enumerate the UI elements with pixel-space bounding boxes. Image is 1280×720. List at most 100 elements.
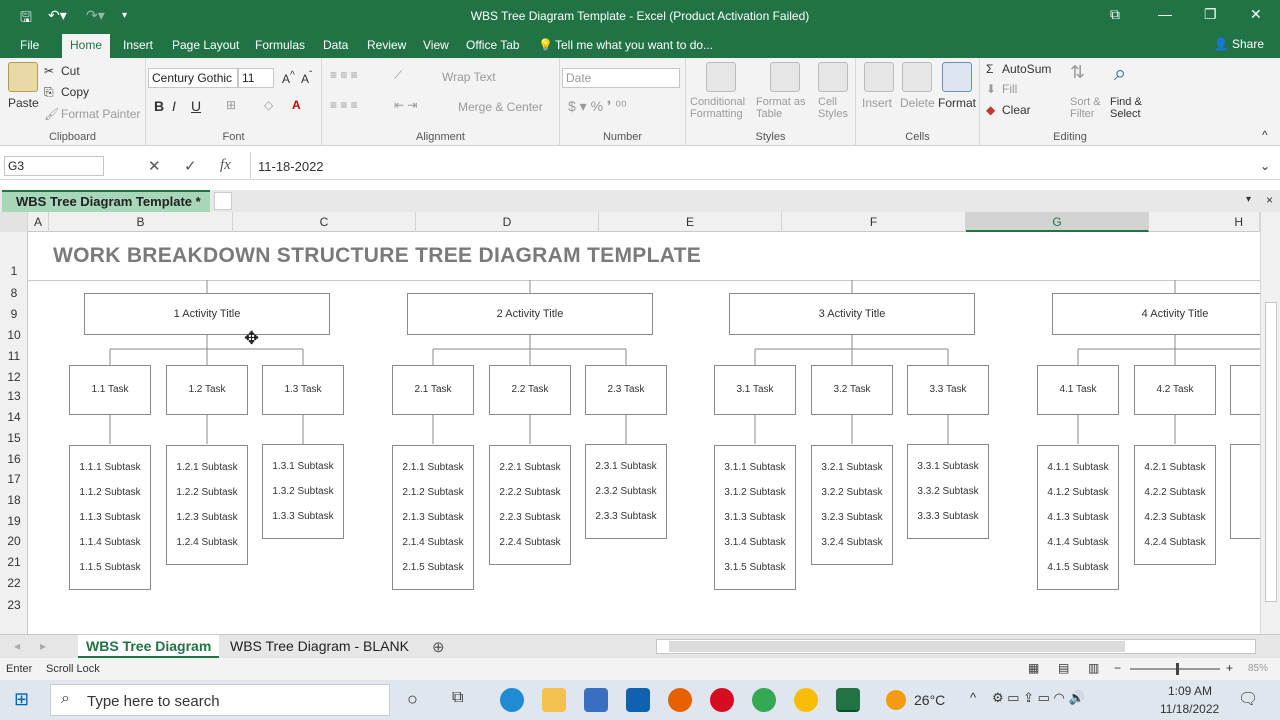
subtask-item[interactable]: 4.3. (1231, 504, 1260, 529)
workbook-tab[interactable]: WBS Tree Diagram Template * (2, 190, 210, 212)
firefox-icon[interactable] (668, 688, 692, 712)
subtask-item[interactable]: 4.1.1 Subtask (1038, 455, 1118, 480)
cortana-icon[interactable]: ○ (407, 689, 418, 710)
subtask-item[interactable]: 4.1.3 Subtask (1038, 505, 1118, 530)
subtask-item[interactable]: 1.3.1 Subtask (263, 454, 343, 479)
tray-icons[interactable]: ⚙ ▭ ⇪ ▭ ◠ 🔊 (992, 690, 1085, 706)
zoom-slider[interactable] (1130, 668, 1220, 670)
cancel-icon[interactable]: ✕ (148, 157, 161, 175)
subtask-item[interactable]: 3.2.3 Subtask (812, 505, 892, 530)
row-header[interactable]: 17 (0, 472, 28, 486)
subtask-item[interactable]: 3.1.4 Subtask (715, 530, 795, 555)
subtask-item[interactable]: 1.2.1 Subtask (167, 455, 247, 480)
insert-cells-button[interactable]: Insert (862, 96, 892, 110)
copy-button[interactable]: Copy (61, 85, 89, 99)
subtask-item[interactable]: 2.2.3 Subtask (490, 505, 570, 530)
formula-input[interactable]: 11-18-2022 (258, 159, 324, 174)
subtask-box[interactable]: 4.2.1 Subtask 4.2.2 Subtask 4.2.3 Subtask 4… (1134, 445, 1216, 565)
cut-button[interactable]: Cut (61, 64, 80, 78)
subtask-item[interactable]: 4.1.2 Subtask (1038, 480, 1118, 505)
tell-me-box[interactable]: Tell me what you want to do... (555, 38, 713, 52)
subtask-box[interactable]: 3.3.1 Subtask 3.3.2 Subtask 3.3.3 Subtask (907, 444, 989, 539)
conditional-formatting-button[interactable]: Conditional Formatting (690, 96, 745, 120)
task-box[interactable]: 4.2 Task (1134, 365, 1216, 415)
subtask-box[interactable]: 3.1.1 Subtask 3.1.2 Subtask 3.1.3 Subtask 3… (714, 445, 796, 590)
currency-icon[interactable]: $ ▾ % ❜ ⁰⁰ (568, 98, 627, 115)
subtask-box[interactable]: 2.1.1 Subtask 2.1.2 Subtask 2.1.3 Subtask 2… (392, 445, 474, 590)
insert-function-button[interactable]: fx (220, 157, 231, 174)
font-color-icon[interactable]: A (292, 98, 301, 112)
column-header[interactable]: A (28, 212, 49, 232)
merge-center-button[interactable]: Merge & Center (458, 100, 543, 114)
subtask-box[interactable]: 1.2.1 Subtask 1.2.2 Subtask 1.2.3 Subtask 1… (166, 445, 248, 565)
zoom-slider-thumb[interactable] (1176, 663, 1179, 675)
underline-button[interactable]: U (191, 98, 201, 114)
column-header[interactable]: E (599, 212, 782, 232)
subtask-box[interactable]: 2.2.1 Subtask 2.2.2 Subtask 2.2.3 Subtask 2… (489, 445, 571, 565)
tab-view[interactable]: View (423, 38, 449, 52)
row-header[interactable]: 21 (0, 555, 28, 569)
tab-file[interactable]: File (20, 38, 39, 52)
subtask-item[interactable]: 3.1.1 Subtask (715, 455, 795, 480)
row-header[interactable]: 20 (0, 534, 28, 548)
zoom-in-icon[interactable]: + (1226, 661, 1233, 675)
autosum-button[interactable]: AutoSum (1002, 62, 1051, 76)
column-header[interactable]: D (416, 212, 599, 232)
format-painter-icon[interactable]: 🖌 (44, 107, 59, 121)
cell-styles-icon[interactable] (818, 62, 848, 92)
column-header[interactable]: B (49, 212, 233, 232)
zoom-out-icon[interactable]: − (1114, 661, 1121, 675)
subtask-box[interactable]: 1.3.1 Subtask 1.3.2 Subtask 1.3.3 Subtask (262, 444, 344, 539)
format-painter-button[interactable]: Format Painter (61, 107, 140, 121)
scroll-right-icon[interactable]: ▸ (40, 639, 46, 653)
mail-icon[interactable] (626, 688, 650, 712)
subtask-box[interactable]: 4.3.4.3.4.3. (1230, 444, 1260, 539)
tab-formulas[interactable]: Formulas (255, 38, 305, 52)
tab-home[interactable]: Home (62, 34, 111, 58)
row-header[interactable]: 13 (0, 389, 28, 403)
chrome-icon[interactable] (752, 688, 776, 712)
copy-icon[interactable]: ⎘ (44, 85, 54, 100)
row-header[interactable]: 9 (0, 307, 28, 321)
activity-title-box[interactable]: 4 Activity Title (1052, 293, 1260, 335)
select-all[interactable] (0, 212, 28, 232)
fill-color-icon[interactable]: ◇ (264, 98, 273, 112)
tab-data[interactable]: Data (323, 38, 348, 52)
subtask-item[interactable]: 1.1.4 Subtask (70, 530, 150, 555)
subtask-item[interactable]: 3.3.3 Subtask (908, 504, 988, 529)
row-header[interactable]: 11 (0, 349, 28, 363)
subtask-box[interactable]: 2.3.1 Subtask 2.3.2 Subtask 2.3.3 Subtask (585, 444, 667, 539)
fill-icon[interactable]: ⬇ (986, 82, 996, 96)
sheet-tab-wbs[interactable]: WBS Tree Diagram (78, 635, 220, 658)
scroll-left-icon[interactable]: ◂ (14, 639, 20, 653)
task-view-icon[interactable]: ⧉ (452, 689, 463, 707)
task-box[interactable]: 3.2 Task (811, 365, 893, 415)
subtask-box[interactable]: 1.1.1 Subtask 1.1.2 Subtask 1.1.3 Subtask 1… (69, 445, 151, 590)
italic-button[interactable]: I (172, 98, 176, 114)
row-header[interactable]: 23 (0, 598, 28, 612)
subtask-item[interactable]: 4.1.5 Subtask (1038, 555, 1118, 580)
row-header[interactable]: 15 (0, 431, 28, 445)
row-header[interactable]: 8 (0, 286, 28, 300)
subtask-item[interactable]: 1.2.4 Subtask (167, 530, 247, 555)
font-size-select[interactable]: 11 (238, 68, 274, 88)
sort-filter-button[interactable]: Sort & Filter (1070, 96, 1101, 120)
subtask-item[interactable]: 2.2.2 Subtask (490, 480, 570, 505)
excel-taskbar-icon[interactable] (836, 688, 860, 712)
subtask-item[interactable]: 4.2.4 Subtask (1135, 530, 1215, 555)
ribbon-display-icon[interactable]: ⧉ (1110, 6, 1120, 23)
insert-cells-icon[interactable] (864, 62, 894, 92)
subtask-item[interactable]: 2.2.1 Subtask (490, 455, 570, 480)
task-box[interactable]: 3.3 Task (907, 365, 989, 415)
task-box[interactable]: 2.2 Task (489, 365, 571, 415)
subtask-item[interactable]: 3.2.1 Subtask (812, 455, 892, 480)
subtask-item[interactable]: 2.1.1 Subtask (393, 455, 473, 480)
weather-temp[interactable]: 26°C (914, 692, 945, 708)
share-button[interactable]: 👤 Share (1214, 37, 1264, 51)
format-as-table-button[interactable]: Format as Table (756, 96, 806, 120)
row-header[interactable]: 12 (0, 370, 28, 384)
subtask-item[interactable]: 3.3.2 Subtask (908, 479, 988, 504)
column-header[interactable]: G (966, 212, 1149, 232)
collapse-ribbon-icon[interactable]: ^ (1262, 128, 1268, 142)
subtask-item[interactable]: 1.1.1 Subtask (70, 455, 150, 480)
